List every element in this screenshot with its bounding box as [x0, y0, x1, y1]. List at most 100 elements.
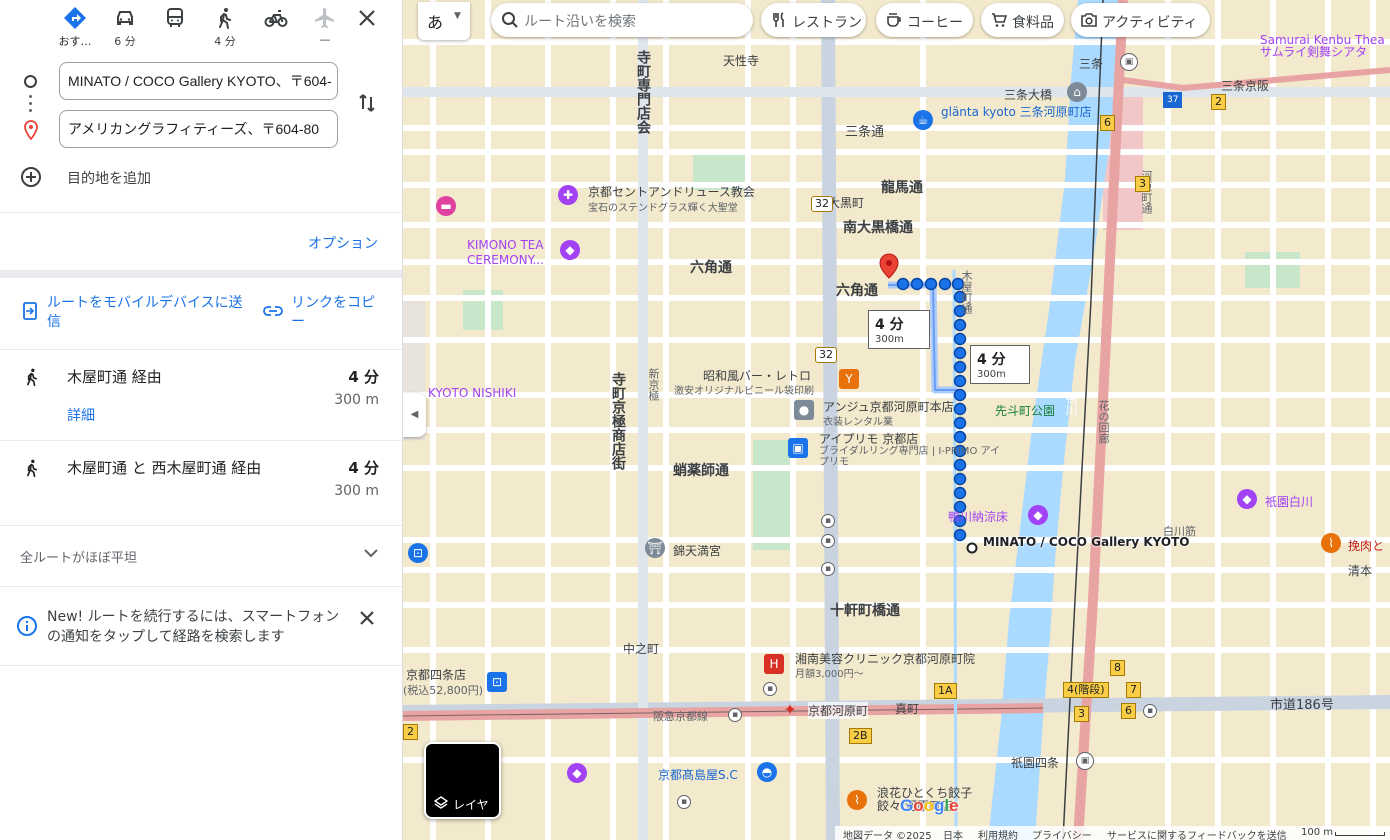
map-road-label: 大黒町: [828, 196, 865, 210]
poi-name[interactable]: KYOTO NISHIKI: [428, 386, 516, 400]
feedback-link[interactable]: サービスに関するフィードバックを送信: [1107, 827, 1287, 840]
destination-pin-icon: [24, 120, 38, 140]
copy-link-label: リンクをコピー: [291, 295, 375, 330]
route-option-1[interactable]: 木屋町通 経由 4 分 300 m 詳細: [0, 350, 402, 440]
chip-coffee[interactable]: コーヒー: [876, 3, 973, 37]
route-option-2[interactable]: 木屋町通 と 西木屋町通 経由 4 分 300 m: [0, 441, 402, 525]
poi-subtitle: サムライ剣舞シアタ: [1260, 45, 1368, 59]
map-road-label: 花の回廊: [1097, 400, 1110, 444]
poi-name[interactable]: 挽肉と: [1348, 537, 1384, 554]
shrine-icon[interactable]: ⛩: [645, 538, 665, 558]
tea-ceremony-icon[interactable]: ◆: [560, 240, 580, 260]
poi-name[interactable]: 清本: [1348, 562, 1372, 579]
poi-name[interactable]: gläntа kyoto 三条河原町店: [941, 105, 1092, 119]
landmark-icon[interactable]: ◆: [1028, 505, 1048, 525]
options-link[interactable]: オプション: [308, 233, 378, 253]
search-icon: [502, 12, 518, 28]
poi-name[interactable]: 京都セントアンドリュース教会: [588, 183, 755, 200]
station-icon[interactable]: ▣: [1076, 752, 1094, 770]
shopping-cart-icon[interactable]: ⊡: [487, 672, 507, 692]
add-destination-button[interactable]: 目的地を追加: [20, 164, 220, 190]
chevron-down-icon[interactable]: [362, 546, 380, 560]
mode-bike-button[interactable]: [254, 4, 298, 48]
mode-best-label: おす…: [58, 35, 92, 48]
shop-icon[interactable]: ●: [794, 400, 814, 420]
region-link[interactable]: 日本: [943, 827, 963, 840]
landmark-icon[interactable]: ◆: [567, 763, 587, 783]
church-icon[interactable]: ✚: [558, 185, 578, 205]
airplane-icon: [315, 8, 334, 28]
origin-circle-icon: [24, 75, 37, 88]
destination-input[interactable]: アメリカングラフィティーズ、〒604-80: [59, 110, 338, 148]
route-dot: [938, 277, 952, 291]
hotel-icon[interactable]: ▬: [436, 196, 456, 216]
hospital-icon[interactable]: H: [764, 654, 784, 674]
bridge-icon[interactable]: ⌂: [1067, 82, 1087, 102]
mode-best-button[interactable]: おす…: [53, 4, 97, 48]
chip-label: コーヒー: [907, 15, 963, 31]
exit-number: 7: [1126, 682, 1141, 698]
route-dot: [953, 388, 967, 402]
map-park-label: 先斗町公園: [995, 404, 1056, 418]
route-label-main[interactable]: 4 分 300m: [970, 345, 1030, 384]
bus-stop-icon[interactable]: ▪: [821, 514, 835, 528]
chip-activities[interactable]: アクティビティ: [1071, 3, 1210, 37]
bus-stop-icon[interactable]: ▪: [728, 708, 742, 722]
elevation-note: 全ルートがほぼ平坦: [20, 551, 138, 566]
mode-car-button[interactable]: 6 分: [103, 4, 147, 48]
layers-button[interactable]: レイヤ: [424, 742, 501, 819]
bus-stop-icon[interactable]: ▪: [1143, 704, 1157, 718]
origin-input[interactable]: MINATO / COCO Gallery KYOTO、〒604-: [59, 62, 338, 100]
route-label-alt[interactable]: 4 分 300m: [868, 310, 930, 349]
chip-groceries[interactable]: 食料品: [981, 3, 1064, 37]
collapse-panel-button[interactable]: ◀: [403, 393, 426, 437]
poi-subtitle: ブライダルリング専門店 | I-PRIMO アイプリモ: [819, 446, 1000, 468]
privacy-link[interactable]: プライバシー: [1032, 827, 1092, 840]
shopping-bag-icon[interactable]: ◓: [757, 762, 777, 782]
swap-icon[interactable]: [355, 91, 379, 115]
mode-walk-label: 4 分: [214, 35, 236, 48]
layers-label: レイヤ: [453, 798, 489, 812]
route-distance: 300 m: [334, 392, 379, 408]
poi-name[interactable]: 錦天満宮: [673, 542, 721, 559]
close-directions-icon[interactable]: [355, 6, 379, 30]
restaurant-icon[interactable]: ⌇: [1321, 533, 1341, 553]
exit-number: 8: [1110, 660, 1125, 676]
map-road-label: 十軒町橋通: [830, 603, 900, 619]
origin-place-label[interactable]: MINATO / COCO Gallery KYOTO: [983, 536, 1190, 549]
station-icon[interactable]: ▣: [1120, 53, 1138, 71]
map-road-label: 寺町京極商店街: [610, 372, 626, 470]
mode-transit-button[interactable]: [153, 4, 197, 48]
mode-car-label: 6 分: [114, 35, 136, 48]
chip-restaurants[interactable]: レストラン: [761, 3, 866, 37]
map-canvas[interactable]: 龍馬通 南大黒橋通 六角通 六角通 蛸薬師通 十軒町橋通 三条通 大黒町 中之町…: [403, 0, 1390, 840]
route-details-link[interactable]: 詳細: [67, 405, 95, 425]
shopping-cart-icon[interactable]: ⊡: [408, 543, 428, 563]
bus-stop-icon[interactable]: ▪: [763, 682, 777, 696]
poi-name[interactable]: 京都髙島屋S.C: [658, 766, 738, 783]
mode-walk-button[interactable]: 4 分: [203, 4, 247, 48]
coffee-icon[interactable]: ☕: [913, 110, 933, 130]
bus-stop-icon[interactable]: ▪: [821, 534, 835, 548]
close-notice-icon[interactable]: [357, 608, 377, 628]
poi-name[interactable]: 天性寺: [723, 52, 759, 69]
restaurant-icon: [773, 12, 784, 27]
shopping-icon[interactable]: ▣: [788, 438, 808, 458]
exit-number: 3: [1135, 176, 1150, 192]
poi-name[interactable]: アイプリモ 京都店: [819, 430, 918, 447]
walk-distance: 300m: [977, 369, 1006, 380]
terms-link[interactable]: 利用規約: [978, 827, 1018, 840]
input-method-button[interactable]: あ ▼: [418, 2, 470, 40]
restaurant-icon[interactable]: ⌇: [847, 790, 867, 810]
map-road-label: 中之町: [623, 642, 660, 656]
poi-name[interactable]: 祇園白川: [1265, 493, 1313, 510]
poi-name[interactable]: 鴨川納涼床: [948, 508, 1008, 525]
bus-stop-icon[interactable]: ▪: [821, 562, 835, 576]
search-along-route-input[interactable]: ルート沿いを検索: [491, 3, 753, 37]
mode-flight-button[interactable]: —: [303, 4, 347, 48]
bar-icon[interactable]: Y: [839, 369, 859, 389]
landmark-icon[interactable]: ◆: [1237, 489, 1257, 509]
poi-name[interactable]: KIMONO TEA CEREMONY...: [467, 238, 557, 268]
chip-label: 食料品: [1012, 15, 1054, 31]
bus-stop-icon[interactable]: ▪: [677, 795, 691, 809]
